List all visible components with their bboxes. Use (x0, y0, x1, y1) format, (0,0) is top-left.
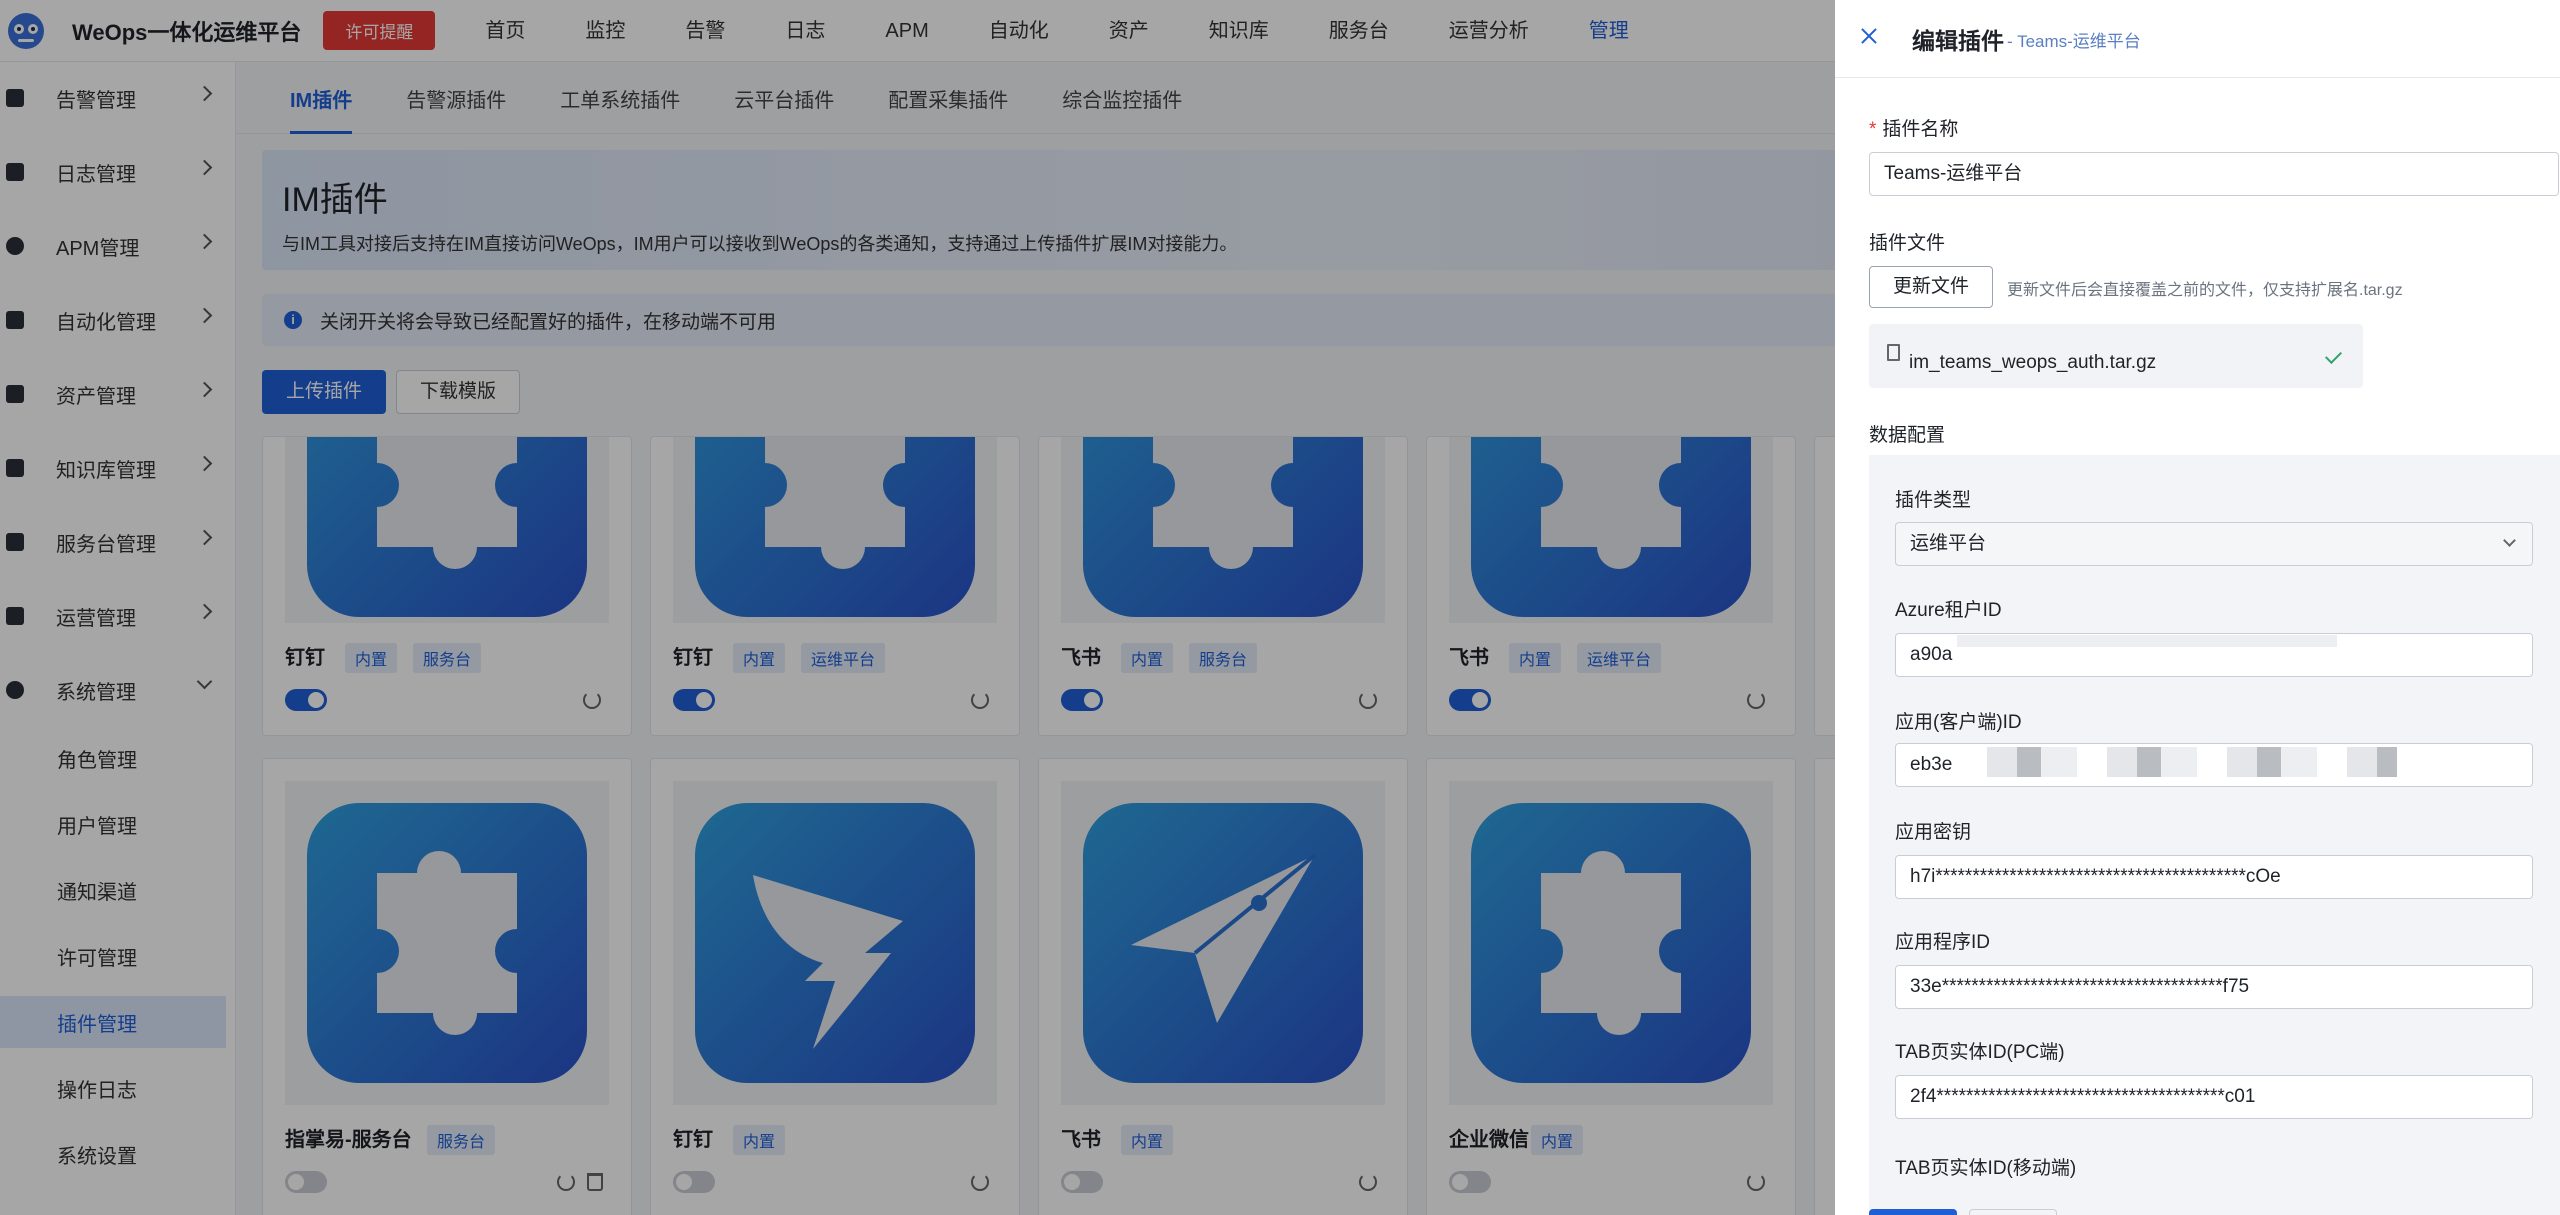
app-id-input[interactable]: 33e*************************************… (1895, 965, 2533, 1009)
uploaded-file-item[interactable]: im_teams_weops_auth.tar.gz (1869, 324, 2363, 388)
file-icon (1887, 344, 1900, 361)
edit-plugin-drawer: 编辑插件 - Teams-运维平台 * 插件名称 Teams-运维平台 插件文件 … (1835, 0, 2560, 1215)
required-mark: * (1869, 119, 1877, 140)
plugin-type-value: 运维平台 (1910, 533, 1987, 554)
chevron-down-icon (2503, 534, 2516, 547)
update-file-button[interactable]: 更新文件 (1869, 266, 1993, 308)
drawer-title: 编辑插件 (1912, 28, 2004, 54)
modal-overlay[interactable] (0, 0, 1835, 1215)
drawer-header: 编辑插件 - Teams-运维平台 (1835, 0, 2560, 78)
data-config-section: 插件类型 运维平台 Azure租户ID a90a 应用(客户端)ID eb3e … (1869, 455, 2560, 1215)
redaction-mask (1957, 635, 2337, 647)
plugin-type-label: 插件类型 (1895, 490, 1972, 511)
app-secret-label: 应用密钥 (1895, 822, 1972, 843)
app-id-label: 应用程序ID (1895, 932, 1991, 953)
tab-entity-id-pc-label: TAB页实体ID(PC端) (1895, 1042, 2065, 1063)
tab-entity-id-pc-input[interactable]: 2f4*************************************… (1895, 1075, 2533, 1119)
plugin-file-label: 插件文件 (1869, 233, 1946, 254)
redaction-mask (1957, 747, 2397, 777)
data-config-title: 数据配置 (1869, 425, 1946, 446)
plugin-name-label: * 插件名称 (1869, 119, 1959, 140)
confirm-button[interactable] (1869, 1209, 1957, 1215)
check-icon (2325, 347, 2342, 364)
cancel-button[interactable] (1969, 1209, 2057, 1215)
update-file-hint: 更新文件后会直接覆盖之前的文件，仅支持扩展名.tar.gz (2007, 282, 2403, 299)
tab-entity-id-mobile-label: TAB页实体ID(移动端) (1895, 1158, 2077, 1179)
client-id-label: 应用(客户端)ID (1895, 712, 2022, 733)
drawer-subtitle: - Teams-运维平台 (2007, 32, 2141, 51)
plugin-type-select[interactable]: 运维平台 (1895, 522, 2533, 566)
close-icon[interactable] (1859, 26, 1879, 46)
app-secret-input[interactable]: h7i*************************************… (1895, 855, 2533, 899)
azure-tenant-id-label: Azure租户ID (1895, 600, 2002, 621)
file-name: im_teams_weops_auth.tar.gz (1909, 352, 2157, 373)
plugin-name-input[interactable]: Teams-运维平台 (1869, 152, 2559, 196)
